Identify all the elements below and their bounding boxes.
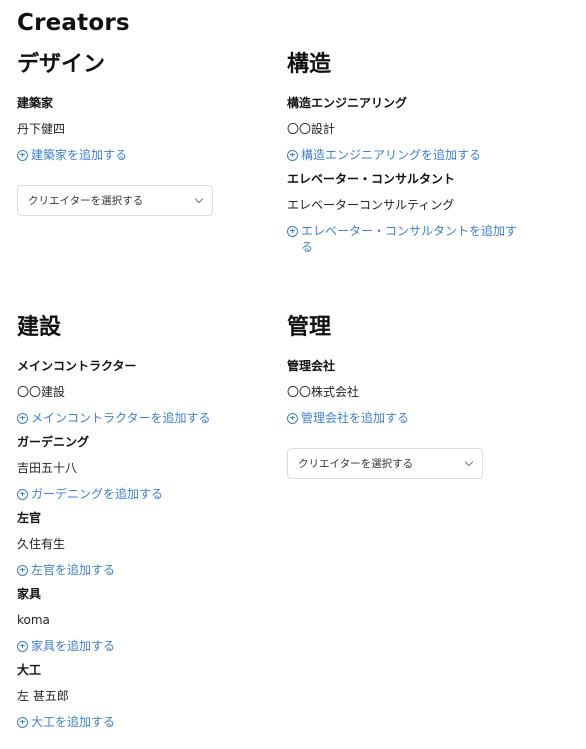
creator-select-management[interactable]: クリエイターを選択する xyxy=(287,448,483,479)
role-value: 丹下健四 xyxy=(17,122,66,136)
section-heading-design: デザイン xyxy=(17,52,106,77)
chevron-down-icon xyxy=(464,457,474,466)
add-link-label: 左官を追加する xyxy=(31,563,116,577)
role-value: 〇〇設計 xyxy=(287,122,336,136)
plus-circle-icon xyxy=(287,412,298,424)
section-management: 管理 管理会社 〇〇株式会社 管理会社を追加する クリエイターを選択する xyxy=(287,310,537,479)
plus-circle-icon xyxy=(287,149,298,161)
role-title: 左官 xyxy=(17,511,42,525)
add-link-label: メインコントラクターを追加する xyxy=(31,411,211,425)
role-carpenter: 大工 左 甚五郎 大工を追加する xyxy=(17,662,267,730)
role-architect: 建築家 丹下健四 建築家を追加する xyxy=(17,95,267,163)
add-link-label: エレベーター・コンサルタントを追加する xyxy=(301,224,518,254)
plus-circle-icon xyxy=(17,716,28,728)
add-gardening-link[interactable]: ガーデニングを追加する xyxy=(17,486,267,502)
section-design: デザイン 建築家 丹下健四 建築家を追加する クリエイターを選択する xyxy=(17,47,267,216)
add-link-label: 管理会社を追加する xyxy=(301,411,410,425)
creator-select-design[interactable]: クリエイターを選択する xyxy=(17,185,213,216)
section-structure: 構造 構造エンジニアリング 〇〇設計 構造エンジニアリングを追加する エレベータ… xyxy=(287,47,537,263)
chevron-down-icon xyxy=(194,194,204,203)
role-title: ガーデニング xyxy=(17,435,90,449)
section-heading-management: 管理 xyxy=(287,315,332,340)
select-placeholder: クリエイターを選択する xyxy=(298,458,414,470)
role-title: エレベーター・コンサルタント xyxy=(287,172,456,186)
section-construction: 建設 メインコントラクター 〇〇建設 メインコントラクターを追加する ガーデニン… xyxy=(17,310,267,738)
role-structural-engineering: 構造エンジニアリング 〇〇設計 構造エンジニアリングを追加する xyxy=(287,95,537,163)
role-main-contractor: メインコントラクター 〇〇建設 メインコントラクターを追加する xyxy=(17,358,267,426)
add-main-contractor-link[interactable]: メインコントラクターを追加する xyxy=(17,410,267,426)
role-value: 〇〇建設 xyxy=(17,385,66,399)
plus-circle-icon xyxy=(17,149,28,161)
role-title: 管理会社 xyxy=(287,359,336,373)
plus-circle-icon xyxy=(17,640,28,652)
plus-circle-icon xyxy=(17,412,28,424)
add-carpenter-link[interactable]: 大工を追加する xyxy=(17,714,267,730)
role-value: koma xyxy=(17,613,50,627)
add-elevator-consultant-link[interactable]: エレベーター・コンサルタントを追加する xyxy=(287,223,527,255)
add-link-label: 建築家を追加する xyxy=(31,148,128,162)
role-elevator-consultant: エレベーター・コンサルタント エレベーターコンサルティング エレベーター・コンサ… xyxy=(287,171,537,255)
add-link-label: 構造エンジニアリングを追加する xyxy=(301,148,482,162)
select-placeholder: クリエイターを選択する xyxy=(28,195,144,207)
add-link-label: ガーデニングを追加する xyxy=(31,487,164,501)
role-title: 家具 xyxy=(17,587,42,601)
role-title: 大工 xyxy=(17,663,42,677)
role-management-company: 管理会社 〇〇株式会社 管理会社を追加する xyxy=(287,358,537,426)
role-value: 久住有生 xyxy=(17,537,66,551)
plus-circle-icon xyxy=(287,225,298,237)
add-management-company-link[interactable]: 管理会社を追加する xyxy=(287,410,537,426)
add-furniture-link[interactable]: 家具を追加する xyxy=(17,638,267,654)
add-link-label: 家具を追加する xyxy=(31,639,116,653)
role-title: メインコントラクター xyxy=(17,359,137,373)
plus-circle-icon xyxy=(17,488,28,500)
section-heading-structure: 構造 xyxy=(287,52,332,77)
role-value: 左 甚五郎 xyxy=(17,689,69,703)
section-heading-construction: 建設 xyxy=(17,315,62,340)
add-structural-engineering-link[interactable]: 構造エンジニアリングを追加する xyxy=(287,147,537,163)
page-title: Creators xyxy=(17,10,130,36)
role-value: 吉田五十八 xyxy=(17,461,78,475)
plus-circle-icon xyxy=(17,564,28,576)
role-gardening: ガーデニング 吉田五十八 ガーデニングを追加する xyxy=(17,434,267,502)
role-title: 建築家 xyxy=(17,96,54,110)
role-title: 構造エンジニアリング xyxy=(287,96,408,110)
role-value: エレベーターコンサルティング xyxy=(287,198,455,212)
role-value: 〇〇株式会社 xyxy=(287,385,360,399)
add-plasterer-link[interactable]: 左官を追加する xyxy=(17,562,267,578)
role-plasterer: 左官 久住有生 左官を追加する xyxy=(17,510,267,578)
add-architect-link[interactable]: 建築家を追加する xyxy=(17,147,267,163)
role-furniture: 家具 koma 家具を追加する xyxy=(17,586,267,654)
add-link-label: 大工を追加する xyxy=(31,715,116,729)
